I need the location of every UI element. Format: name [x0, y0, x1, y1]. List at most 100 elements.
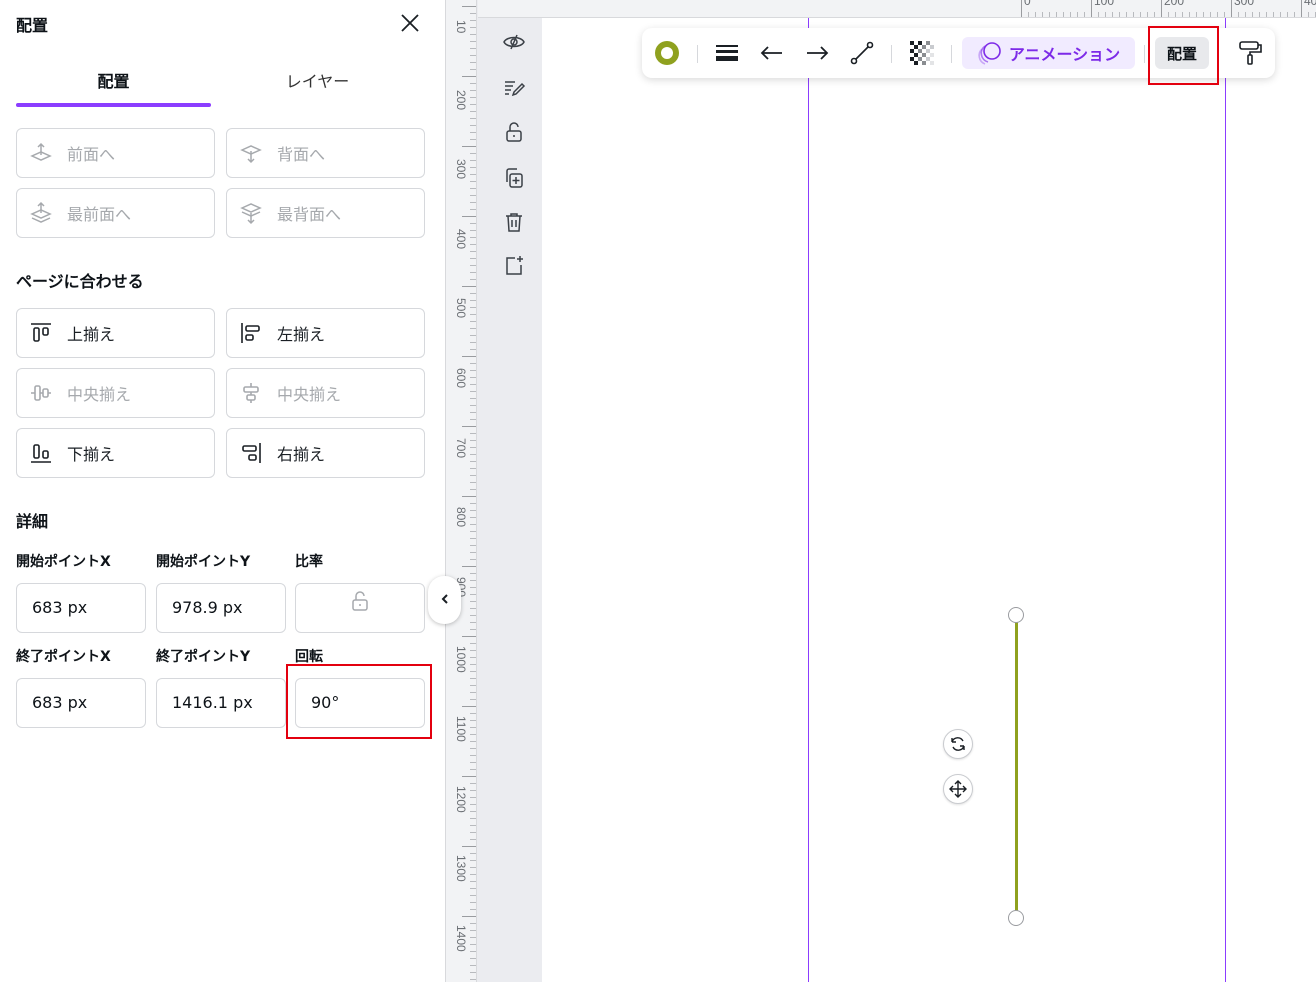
ruler-tick: [1133, 12, 1134, 17]
vertical-ruler-label: 1100: [454, 716, 468, 742]
send-to-back-icon: [239, 201, 263, 225]
line-style-icon: [716, 45, 738, 61]
send-backward-icon: [239, 141, 263, 165]
trash-icon[interactable]: [502, 210, 526, 234]
ruler-tick: [1287, 12, 1288, 17]
align-top-button[interactable]: 上揃え: [16, 308, 215, 358]
lock-icon[interactable]: [502, 120, 526, 144]
ruler-tick: [470, 594, 476, 595]
ruler-tick: [470, 545, 476, 546]
align-middle-button[interactable]: 中央揃え: [16, 368, 215, 418]
ruler-tick: [470, 363, 476, 364]
ruler-tick: [1154, 12, 1155, 17]
ruler-tick: [470, 531, 476, 532]
bring-forward-button[interactable]: 前面へ: [16, 128, 215, 178]
element-side-tools: [478, 18, 542, 982]
ruler-tick: [470, 783, 476, 784]
line-start-handle[interactable]: [1008, 607, 1024, 623]
line-end-button[interactable]: [801, 37, 833, 69]
line-end-handle[interactable]: [1008, 910, 1024, 926]
ruler-tick: [470, 237, 476, 238]
send-backward-button[interactable]: 背面へ: [226, 128, 425, 178]
arrange-button[interactable]: 配置: [1155, 37, 1209, 69]
edit-alt-text-icon[interactable]: [502, 76, 526, 100]
add-page-icon[interactable]: [502, 254, 526, 278]
ruler-tick: [470, 13, 476, 14]
rotate-handle[interactable]: [943, 729, 973, 759]
ruler-tick: [470, 811, 476, 812]
ruler-tick: [470, 552, 476, 553]
ruler-tick: [462, 6, 476, 7]
align-bottom-button[interactable]: 下揃え: [16, 428, 215, 478]
vertical-ruler-label: 700: [454, 437, 468, 458]
move-handle[interactable]: [943, 774, 973, 804]
ratio-lock-button[interactable]: [295, 583, 425, 633]
end-x-field[interactable]: 683 px: [16, 678, 146, 728]
ruler-tick: [470, 90, 476, 91]
align-bottom-label: 下揃え: [67, 445, 116, 464]
copy-style-button[interactable]: [1234, 37, 1266, 69]
align-right-button[interactable]: 右揃え: [226, 428, 425, 478]
align-center-button[interactable]: 中央揃え: [226, 368, 425, 418]
ruler-tick: [470, 804, 476, 805]
start-y-field[interactable]: 978.9 px: [156, 583, 286, 633]
line-type-button[interactable]: [846, 37, 878, 69]
animate-button[interactable]: アニメーション: [962, 37, 1135, 69]
arrange-label: 配置: [1166, 44, 1197, 63]
horizontal-ruler: 0 100 200 300 40: [478, 0, 1316, 18]
ruler-tick: [462, 776, 476, 777]
selected-line-element[interactable]: [1015, 615, 1018, 918]
send-to-back-button[interactable]: 最背面へ: [226, 188, 425, 238]
visibility-icon[interactable]: [502, 30, 526, 54]
ruler-tick: [470, 965, 476, 966]
ruler-tick: [462, 916, 476, 917]
ratio-label: 比率: [295, 554, 323, 570]
horizontal-ruler-label: 40: [1304, 0, 1316, 8]
ruler-tick: [470, 475, 476, 476]
ruler-tick: [470, 34, 476, 35]
ruler-tick: [470, 867, 476, 868]
ruler-tick: [470, 125, 476, 126]
align-bottom-icon: [29, 441, 53, 465]
ruler-tick: [470, 685, 476, 686]
vertical-ruler-label: 1000: [454, 646, 468, 674]
duplicate-icon[interactable]: [502, 166, 526, 190]
align-top-label: 上揃え: [67, 325, 116, 344]
rotation-field[interactable]: 90°: [295, 678, 425, 728]
tab-arrange[interactable]: 配置: [16, 60, 211, 106]
bring-forward-label: 前面へ: [67, 145, 116, 164]
collapse-panel-button[interactable]: [428, 576, 461, 624]
ruler-tick: [470, 398, 476, 399]
line-weight-button[interactable]: [711, 37, 743, 69]
ruler-tick: [462, 426, 476, 427]
ruler-tick: [462, 146, 476, 147]
end-y-field[interactable]: 1416.1 px: [156, 678, 286, 728]
editor-area: 10 200 300 400 500 600 700 800 900 1000 1100 1200 13…: [445, 0, 1316, 982]
ruler-tick: [470, 622, 476, 623]
line-start-button[interactable]: [756, 37, 788, 69]
ruler-tick: [1021, 0, 1022, 17]
ruler-tick: [470, 440, 476, 441]
start-x-field[interactable]: 683 px: [16, 583, 146, 633]
align-left-button[interactable]: 左揃え: [226, 308, 425, 358]
design-page[interactable]: [542, 18, 1316, 982]
close-icon[interactable]: [398, 11, 422, 35]
line-color-button[interactable]: [650, 37, 684, 69]
bring-to-front-button[interactable]: 最前面へ: [16, 188, 215, 238]
tab-layers[interactable]: レイヤー: [220, 60, 415, 106]
ruler-tick: [470, 160, 476, 161]
transparency-button[interactable]: [906, 37, 938, 69]
vertical-ruler-label: 1200: [454, 785, 468, 813]
ruler-tick: [470, 174, 476, 175]
ruler-tick: [1210, 12, 1211, 17]
ruler-tick: [470, 69, 476, 70]
ruler-tick: [470, 300, 476, 301]
ruler-tick: [1182, 12, 1183, 17]
align-right-icon: [239, 441, 263, 465]
ruler-tick: [470, 664, 476, 665]
animate-label: アニメーション: [1008, 45, 1121, 64]
vertical-ruler-label: 400: [454, 228, 468, 249]
ruler-tick: [470, 489, 476, 490]
ruler-tick: [470, 468, 476, 469]
ruler-tick: [470, 111, 476, 112]
